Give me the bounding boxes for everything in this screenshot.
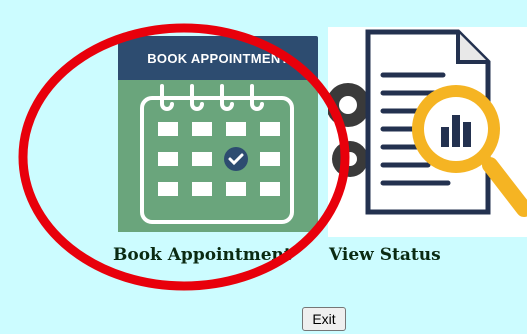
document-search-icon (326, 29, 527, 217)
exit-button[interactable]: Exit (302, 307, 346, 331)
book-appointment-tile[interactable]: BOOK APPOINTMENT (118, 36, 318, 232)
book-appointment-label[interactable]: Book Appointment (113, 245, 292, 265)
view-status-label[interactable]: View Status (329, 245, 441, 265)
book-appointment-banner: BOOK APPOINTMENT (118, 36, 318, 80)
view-status-tile[interactable] (326, 27, 527, 237)
calendar-check-icon (118, 80, 318, 232)
